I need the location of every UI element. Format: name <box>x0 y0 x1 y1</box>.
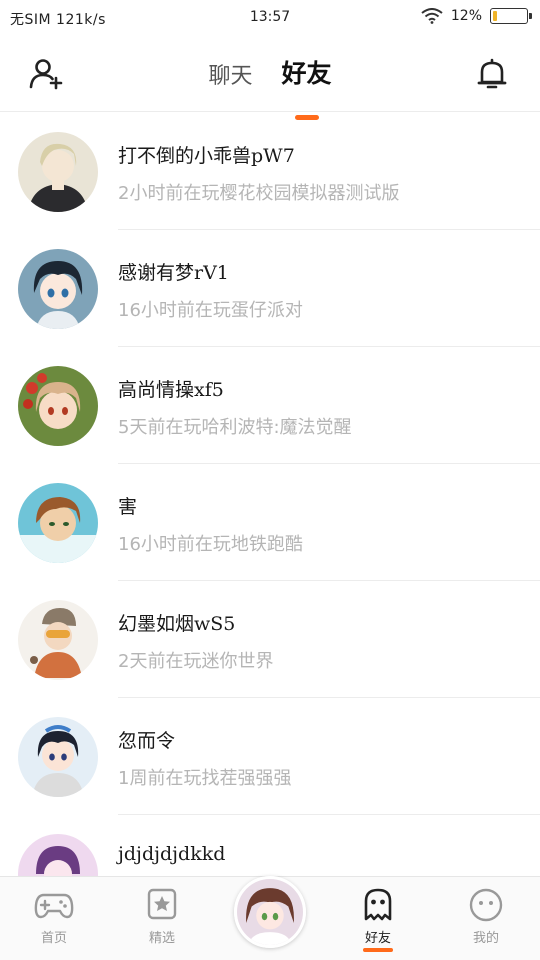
friend-row[interactable]: 感谢有梦rV1 16小时前在玩蛋仔派对 <box>0 230 540 347</box>
tab-friends-label: 好友 <box>281 59 332 88</box>
status-icons: 12% <box>421 8 532 24</box>
wifi-icon <box>421 8 443 24</box>
friend-name: 幻墨如烟wS5 <box>118 613 236 635</box>
friend-row[interactable]: 幻墨如烟wS5 2天前在玩迷你世界 <box>0 581 540 698</box>
top-tabs: 聊天 好友 <box>0 54 540 120</box>
friend-status: 16小时前在玩地铁跑酷 <box>118 534 303 555</box>
friend-row[interactable]: 害 16小时前在玩地铁跑酷 <box>0 464 540 581</box>
tab-chat[interactable]: 聊天 <box>208 58 252 90</box>
friend-name: 感谢有梦rV1 <box>118 262 229 284</box>
friend-row[interactable]: 高尚情操xf5 5天前在玩哈利波特:魔法觉醒 <box>0 347 540 464</box>
status-bar: 无SIM 121k/s 13:57 12% <box>0 0 540 34</box>
star-icon <box>147 888 177 920</box>
nav-home-label: 首页 <box>40 931 67 946</box>
friend-avatar[interactable] <box>18 249 98 329</box>
friend-name: jdjdjdjdkkd <box>118 843 226 865</box>
tab-friends[interactable]: 好友 <box>281 54 332 120</box>
friend-status: 2天前在玩迷你世界 <box>118 651 274 672</box>
center-avatar-button[interactable] <box>234 876 306 948</box>
gamepad-icon <box>34 893 74 919</box>
friend-row[interactable]: jdjdjdjdkkd <box>0 815 540 876</box>
friend-avatar[interactable] <box>18 483 98 563</box>
friend-row[interactable]: 忽而令 1周前在玩找茬强强强 <box>0 698 540 815</box>
friend-status: 2小时前在玩樱花校园模拟器测试版 <box>118 183 400 204</box>
battery-percent: 12% <box>450 8 482 24</box>
nav-featured[interactable]: 精选 <box>122 887 202 946</box>
friend-name: 高尚情操xf5 <box>118 379 224 401</box>
friend-avatar[interactable] <box>18 717 98 797</box>
friend-list[interactable]: 打不倒的小乖兽pW7 2小时前在玩樱花校园模拟器测试版 感谢有梦rV1 16小时… <box>0 113 540 876</box>
friend-avatar[interactable] <box>18 366 98 446</box>
friend-avatar[interactable] <box>18 132 98 212</box>
bell-icon[interactable] <box>474 56 510 92</box>
face-icon <box>469 888 503 922</box>
friend-avatar[interactable] <box>18 834 98 876</box>
friend-name: 打不倒的小乖兽pW7 <box>118 145 295 167</box>
nav-featured-label: 精选 <box>148 931 175 946</box>
friend-status: 5天前在玩哈利波特:魔法觉醒 <box>118 417 352 438</box>
friend-status: 16小时前在玩蛋仔派对 <box>118 300 303 321</box>
nav-profile-label: 我的 <box>472 931 499 946</box>
top-header: 聊天 好友 <box>0 34 540 120</box>
friend-name: 忽而令 <box>118 730 176 752</box>
friend-name: 害 <box>118 496 138 518</box>
battery-icon <box>490 8 532 24</box>
nav-friends-label: 好友 <box>364 931 391 946</box>
friend-row[interactable]: 打不倒的小乖兽pW7 2小时前在玩樱花校园模拟器测试版 <box>0 113 540 230</box>
bottom-nav: 首页 精选 好友 我的 <box>0 876 540 960</box>
nav-profile[interactable]: 我的 <box>446 887 526 946</box>
battery-level <box>493 11 497 21</box>
nav-friends[interactable]: 好友 <box>338 887 418 952</box>
friend-avatar[interactable] <box>18 600 98 680</box>
ghost-icon <box>364 888 392 921</box>
nav-home[interactable]: 首页 <box>14 887 94 946</box>
active-nav-indicator <box>363 948 393 952</box>
user-avatar <box>237 879 303 945</box>
friend-status: 1周前在玩找茬强强强 <box>118 768 292 789</box>
